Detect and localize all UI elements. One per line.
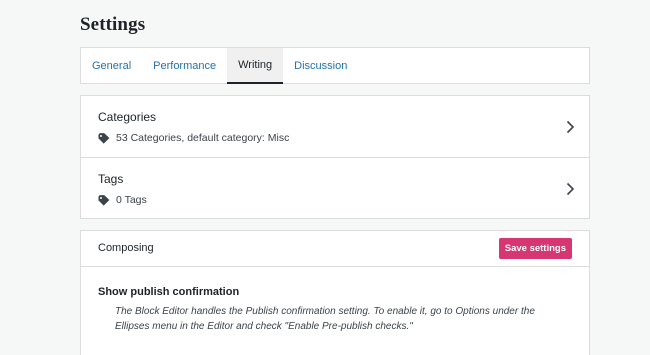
tags-title: Tags (98, 172, 124, 186)
tab-discussion[interactable]: Discussion (283, 48, 358, 83)
publish-confirmation-description: The Block Editor handles the Publish con… (115, 306, 535, 332)
composing-card: Composing Save settings Show publish con… (80, 230, 590, 355)
chevron-right-icon (566, 120, 575, 134)
categories-title: Categories (98, 110, 157, 124)
categories-summary-line: 53 Categories, default category: Misc (98, 132, 289, 144)
tags-summary-line: 0 Tags (98, 194, 147, 206)
tag-icon (98, 132, 110, 144)
publish-confirmation-title: Show publish confirmation (98, 286, 240, 298)
tab-writing[interactable]: Writing (227, 48, 284, 84)
tab-general[interactable]: General (81, 48, 142, 83)
categories-summary: 53 Categories, default category: Misc (116, 132, 290, 144)
settings-tabs: General Performance Writing Discussion (80, 47, 590, 84)
tab-performance[interactable]: Performance (142, 48, 227, 83)
composing-title: Composing (98, 242, 154, 254)
categories-row[interactable]: Categories 53 Categories, default catego… (81, 96, 589, 158)
tag-icon (98, 194, 110, 206)
save-settings-button[interactable]: Save settings (498, 238, 572, 259)
tags-summary: 0 Tags (116, 194, 147, 206)
composing-header: Composing Save settings (81, 231, 589, 267)
page-title: Settings (80, 14, 146, 35)
chevron-right-icon (566, 182, 575, 196)
tags-row[interactable]: Tags 0 Tags (81, 158, 589, 220)
taxonomies-card: Categories 53 Categories, default catego… (80, 95, 590, 219)
